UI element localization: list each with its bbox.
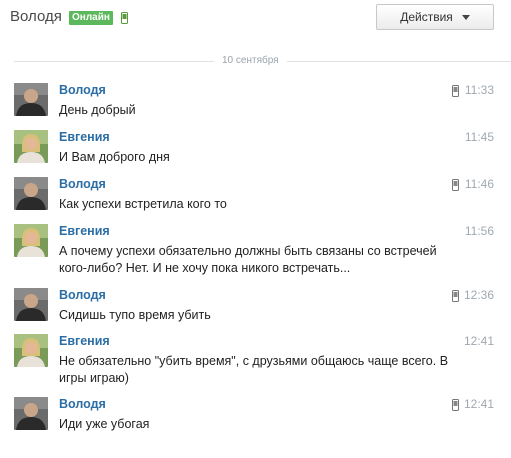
message-time: 12:41 — [463, 334, 494, 348]
avatar[interactable] — [14, 288, 48, 321]
message-text: И Вам доброго дня — [59, 150, 170, 164]
contact-name[interactable]: Володя — [10, 8, 62, 25]
avatar[interactable] — [14, 334, 48, 367]
mobile-phone-icon — [452, 289, 459, 307]
message-time: 12:41 — [463, 397, 494, 411]
mobile-phone-icon — [452, 398, 459, 416]
avatar[interactable] — [14, 397, 48, 430]
message-time: 11:46 — [464, 177, 494, 191]
message-text: Как успехи встретила кого то — [59, 197, 227, 211]
message-time: 12:36 — [463, 288, 494, 302]
avatar[interactable] — [14, 83, 48, 116]
date-label: 10 сентября — [214, 55, 287, 66]
avatar[interactable] — [14, 130, 48, 163]
chat-header: Володя Онлайн Действия — [0, 0, 511, 40]
message-text: А почему успехи обязательно должны быть … — [59, 244, 437, 275]
mobile-phone-icon — [452, 178, 459, 196]
message-author[interactable]: Евгения — [59, 224, 110, 238]
mobile-phone-icon — [121, 11, 128, 29]
message-author[interactable]: Евгения — [59, 130, 110, 144]
chevron-down-icon — [461, 14, 470, 20]
date-separator: 10 сентября — [0, 53, 511, 69]
actions-dropdown-button[interactable]: Действия — [376, 4, 494, 30]
message-author[interactable]: Володя — [59, 177, 106, 191]
message-author[interactable]: Евгения — [59, 334, 110, 348]
message-text: Иди уже убогая — [59, 417, 150, 431]
message-text: Сидишь тупо время убить — [59, 308, 211, 322]
message-time: 11:56 — [464, 224, 494, 238]
message-author[interactable]: Володя — [59, 83, 106, 97]
actions-button-label: Действия — [400, 10, 453, 24]
mobile-phone-icon — [452, 84, 459, 102]
message-time: 11:33 — [464, 83, 494, 97]
message-author[interactable]: Володя — [59, 288, 106, 302]
message-author[interactable]: Володя — [59, 397, 106, 411]
message-text: Не обязательно "убить время", с друзьями… — [59, 354, 449, 385]
avatar[interactable] — [14, 177, 48, 210]
online-status-badge: Онлайн — [69, 11, 113, 25]
message-text: День добрый — [59, 103, 136, 117]
message-time: 11:45 — [464, 130, 494, 144]
avatar[interactable] — [14, 224, 48, 257]
